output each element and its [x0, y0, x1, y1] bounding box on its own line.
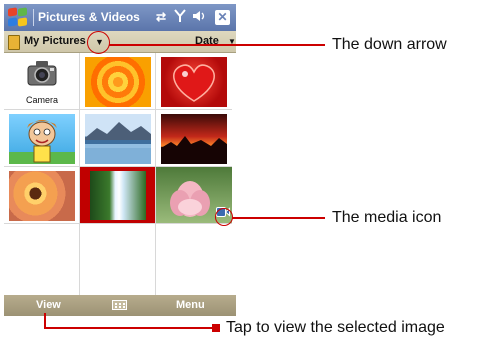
title-bar: Pictures & Videos ⇄ ✕ [4, 4, 236, 31]
thumbnail-red-sunset[interactable] [156, 110, 232, 167]
keyboard-icon[interactable] [112, 300, 127, 310]
title-separator [33, 9, 34, 26]
orange-rings-image [85, 57, 151, 107]
down-arrow-highlight [87, 31, 110, 54]
signal-strength-icon[interactable] [174, 9, 186, 27]
red-sunset-image [161, 114, 227, 164]
folder-icon [8, 35, 20, 50]
device-screen: Pictures & Videos ⇄ ✕ My Pictures ▼ Date… [4, 4, 236, 316]
thumbnail-flower-closeup[interactable] [4, 167, 80, 224]
close-button[interactable]: ✕ [215, 10, 230, 25]
view-callout: Tap to view the selected image [226, 319, 445, 336]
thumbnail-mountain-lake[interactable] [80, 110, 156, 167]
view-leader-vertical [44, 313, 46, 328]
mountain-lake-image [85, 114, 151, 164]
camera-label: Camera [25, 95, 58, 105]
windows-start-icon[interactable] [7, 7, 29, 28]
cartoon-character-image [9, 114, 75, 164]
empty-cell [156, 224, 232, 295]
media-icon-highlight [215, 208, 233, 226]
app-title: Pictures & Videos [38, 10, 140, 24]
camera-icon [27, 61, 57, 86]
soft-key-bar: View Menu [4, 295, 236, 316]
view-callout-marker [212, 324, 220, 332]
connectivity-arrows-icon[interactable]: ⇄ [156, 9, 166, 25]
thumbnail-waterfall[interactable] [80, 167, 156, 224]
folder-bar: My Pictures ▼ Date ▼ [4, 31, 236, 53]
thumbnail-cartoon[interactable] [4, 110, 80, 167]
red-heart-image [161, 57, 227, 107]
waterfall-image [80, 167, 155, 223]
empty-cell [4, 224, 80, 295]
view-soft-key[interactable]: View [36, 299, 61, 311]
speaker-icon[interactable] [192, 9, 206, 27]
media-icon-callout: The media icon [332, 209, 442, 226]
down-arrow-leader-line [109, 44, 325, 46]
flower-closeup-image [9, 171, 75, 221]
thumbnail-orange-rings[interactable] [80, 53, 156, 110]
view-leader-horizontal [44, 327, 214, 329]
media-icon-leader-line [232, 217, 325, 219]
down-arrow-callout: The down arrow [332, 36, 447, 53]
menu-soft-key[interactable]: Menu [176, 299, 205, 311]
camera-cell[interactable]: Camera [4, 53, 80, 110]
folder-dropdown[interactable]: My Pictures [24, 35, 86, 47]
thumbnail-grid: Camera [4, 53, 236, 295]
thumbnail-red-heart[interactable] [156, 53, 232, 110]
empty-cell [80, 224, 156, 295]
